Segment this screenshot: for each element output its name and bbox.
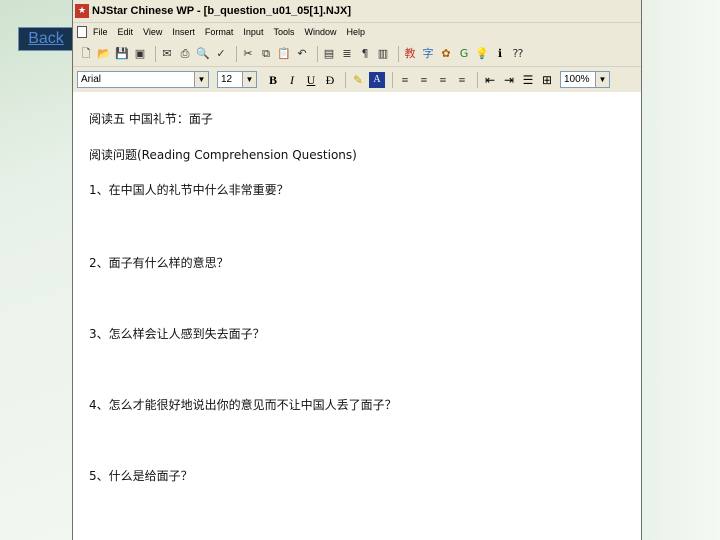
- copy-icon[interactable]: ⧉: [259, 47, 273, 61]
- font-size-value: 12: [221, 74, 233, 85]
- highlight-icon[interactable]: ✎: [350, 72, 366, 88]
- toolbar-separator: [317, 45, 318, 62]
- chinese-input-icon[interactable]: 字: [421, 47, 435, 61]
- toolbar-separator: [477, 71, 478, 88]
- underline-button[interactable]: U: [303, 72, 319, 88]
- print-icon[interactable]: ⎙: [178, 47, 192, 61]
- standard-toolbar: 🗋 📂 💾 ▣ ✉ ⎙ 🔍 ✓ ✂ ⧉ 📋 ↶ ▤ ≣ ¶ ▥ 教 字 ✿ G …: [73, 41, 641, 67]
- menu-file[interactable]: File: [93, 27, 108, 37]
- menu-view[interactable]: View: [143, 27, 162, 37]
- title-bar: ★ NJStar Chinese WP - [b_question_u01_05…: [73, 0, 641, 23]
- chevron-down-icon[interactable]: ▼: [595, 72, 609, 87]
- indent-left-icon[interactable]: ⇤: [482, 72, 498, 88]
- window-title: NJStar Chinese WP - [b_question_u01_05[1…: [92, 5, 351, 17]
- font-value: Arial: [81, 74, 102, 85]
- zoom-select[interactable]: 100% ▼: [560, 71, 610, 88]
- open-icon[interactable]: 📂: [97, 47, 111, 61]
- question-5: 5、什么是给面子？: [89, 469, 193, 483]
- app-logo-icon: ★: [75, 4, 89, 18]
- indent-right-icon[interactable]: ⇥: [501, 72, 517, 88]
- help-icon[interactable]: ⁇: [511, 47, 525, 61]
- chevron-down-icon[interactable]: ▼: [194, 72, 208, 87]
- align-center-icon[interactable]: ≡: [416, 72, 432, 88]
- menu-insert[interactable]: Insert: [172, 27, 195, 37]
- slide-background-right: [642, 0, 720, 540]
- document-icon[interactable]: [77, 26, 87, 38]
- document-heading: 阅读五 中国礼节：面子: [89, 112, 213, 126]
- bold-button[interactable]: B: [265, 72, 281, 88]
- insert-text-icon[interactable]: ≣: [340, 47, 354, 61]
- app-window: ★ NJStar Chinese WP - [b_question_u01_05…: [72, 0, 642, 540]
- toolbar-separator: [345, 71, 346, 88]
- question-2: 2、面子有什么样的意思？: [89, 256, 229, 270]
- chevron-down-icon[interactable]: ▼: [242, 72, 256, 87]
- undo-icon[interactable]: ↶: [295, 47, 309, 61]
- dictionary-icon[interactable]: 教: [403, 47, 417, 61]
- hint-icon[interactable]: 💡: [475, 47, 489, 61]
- formatting-toolbar: Arial ▼ 12 ▼ B I U Ð ✎ A ≡ ≡ ≡ ≡ ⇤ ⇥ ☰ ⊞…: [73, 67, 641, 93]
- spellcheck-icon[interactable]: ✓: [214, 47, 228, 61]
- toolbar-separator: [392, 71, 393, 88]
- italic-button[interactable]: I: [284, 72, 300, 88]
- menu-window[interactable]: Window: [304, 27, 336, 37]
- back-button[interactable]: Back: [18, 27, 74, 51]
- menu-edit[interactable]: Edit: [118, 27, 134, 37]
- email-icon[interactable]: ✉: [160, 47, 174, 61]
- toolbar-separator: [236, 45, 237, 62]
- column-icon[interactable]: ▥: [376, 47, 390, 61]
- slide-background-left: [0, 0, 72, 540]
- align-left-icon[interactable]: ≡: [397, 72, 413, 88]
- big5-gb-icon[interactable]: G: [457, 47, 471, 61]
- menu-format[interactable]: Format: [205, 27, 234, 37]
- table-icon[interactable]: ▤: [322, 47, 336, 61]
- settings-icon[interactable]: ✿: [439, 47, 453, 61]
- strikethrough-icon[interactable]: Ð: [322, 72, 338, 88]
- question-3: 3、怎么样会让人感到失去面子？: [89, 327, 265, 341]
- align-right-icon[interactable]: ≡: [435, 72, 451, 88]
- menu-input[interactable]: Input: [243, 27, 263, 37]
- new-icon[interactable]: 🗋: [79, 47, 93, 61]
- document-subheading: 阅读问题(Reading Comprehension Questions): [89, 148, 357, 162]
- info-icon[interactable]: ℹ: [493, 47, 507, 61]
- paragraph-mark-icon[interactable]: ¶: [358, 47, 372, 61]
- font-select[interactable]: Arial ▼: [77, 71, 209, 88]
- paste-icon[interactable]: 📋: [277, 47, 291, 61]
- menu-help[interactable]: Help: [346, 27, 365, 37]
- save-all-icon[interactable]: ▣: [133, 47, 147, 61]
- bullets-icon[interactable]: ☰: [520, 72, 536, 88]
- document-area[interactable]: 阅读五 中国礼节：面子 阅读问题(Reading Comprehension Q…: [73, 92, 641, 540]
- font-size-select[interactable]: 12 ▼: [217, 71, 257, 88]
- cut-icon[interactable]: ✂: [241, 47, 255, 61]
- zoom-value: 100%: [564, 74, 590, 85]
- grid-icon[interactable]: ⊞: [539, 72, 555, 88]
- save-icon[interactable]: 💾: [115, 47, 129, 61]
- menu-bar: File Edit View Insert Format Input Tools…: [73, 23, 641, 41]
- print-preview-icon[interactable]: 🔍: [196, 47, 210, 61]
- toolbar-separator: [155, 45, 156, 62]
- menu-tools[interactable]: Tools: [273, 27, 294, 37]
- question-1: 1、在中国人的礼节中什么非常重要？: [89, 183, 289, 197]
- font-color-icon[interactable]: A: [369, 71, 385, 88]
- toolbar-separator: [398, 45, 399, 62]
- justify-icon[interactable]: ≡: [454, 72, 470, 88]
- question-4: 4、怎么才能很好地说出你的意见而不让中国人丢了面子？: [89, 398, 397, 412]
